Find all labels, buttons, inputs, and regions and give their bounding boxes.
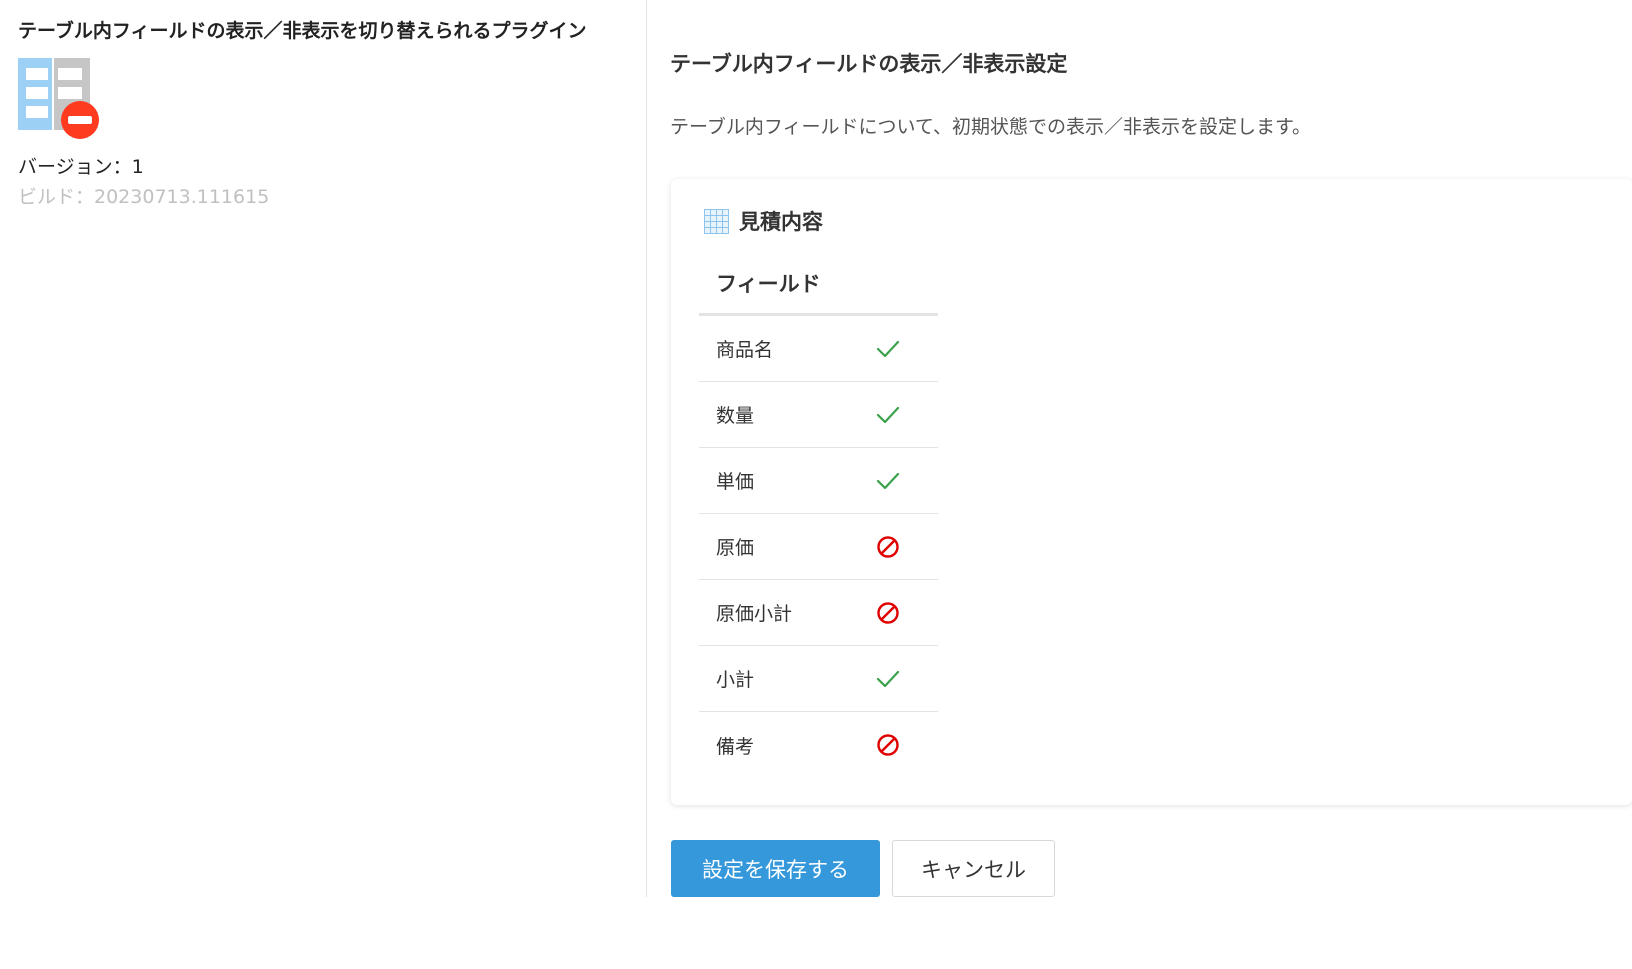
field-label: 商品名 [716,339,774,361]
save-settings-button[interactable]: 設定を保存する [671,840,880,897]
table-hide-icon [18,58,100,140]
field-row[interactable]: 小計 [699,646,938,712]
field-label: 原価 [716,537,755,559]
hidden-prohibited-icon[interactable] [875,732,901,758]
plugin-build: ビルド：20230713.111615 [18,186,270,208]
field-row[interactable]: 原価小計 [699,580,938,646]
field-label: 単価 [716,471,755,493]
field-label: 備考 [716,735,755,758]
field-label: 小計 [716,669,755,691]
cancel-button[interactable]: キャンセル [892,840,1055,897]
plugin-title: テーブル内フィールドの表示／非表示を切り替えられるプラグイン [18,20,587,42]
visible-check-icon[interactable] [875,468,901,494]
fields-column-header: フィールド [699,253,938,316]
field-row[interactable]: 備考 [699,712,938,778]
visible-check-icon[interactable] [875,336,901,362]
plugin-info-panel: テーブル内フィールドの表示／非表示を切り替えられるプラグイン バージョン：1 ビ… [0,0,647,897]
table-settings-card: 見積内容 フィールド 商品名 数量 単価 原価 原価小計 小計 備考 [671,179,1632,805]
visible-check-icon[interactable] [875,402,901,428]
hidden-prohibited-icon[interactable] [875,600,901,626]
table-grid-icon [704,208,729,234]
field-label: 原価小計 [716,603,793,625]
hidden-prohibited-icon[interactable] [875,534,901,560]
field-row[interactable]: 単価 [699,448,938,514]
plugin-version: バージョン：1 [18,156,144,178]
fields-table: フィールド 商品名 数量 単価 原価 原価小計 小計 備考 [699,253,938,778]
settings-description: テーブル内フィールドについて、初期状態での表示／非表示を設定します。 [670,116,1312,138]
field-row[interactable]: 商品名 [699,316,938,382]
field-row[interactable]: 数量 [699,382,938,448]
field-row[interactable]: 原価 [699,514,938,580]
settings-title: テーブル内フィールドの表示／非表示設定 [670,52,1068,76]
table-name: 見積内容 [739,210,823,234]
visible-check-icon[interactable] [875,666,901,692]
table-header: 見積内容 [704,206,823,236]
field-label: 数量 [716,405,755,427]
